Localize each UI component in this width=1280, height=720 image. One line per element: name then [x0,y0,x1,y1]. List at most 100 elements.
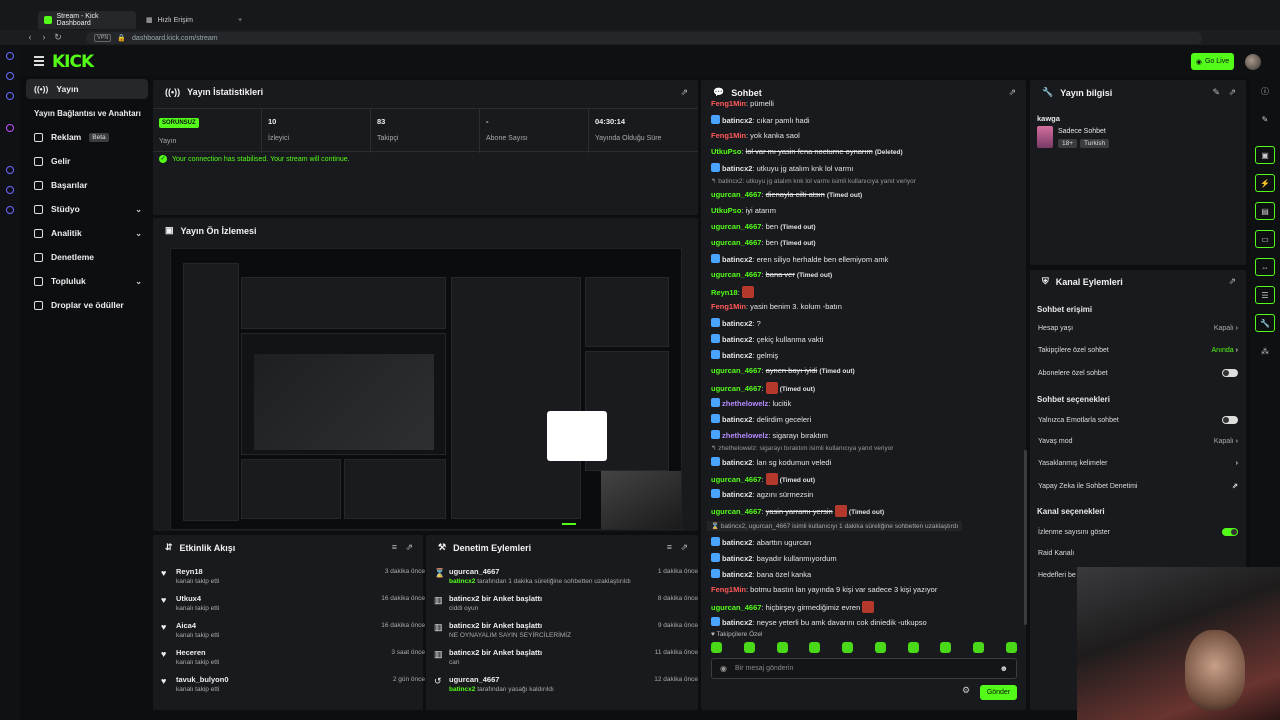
chat-username[interactable]: Feng1Min [711,131,746,140]
emote-icon[interactable] [842,642,854,653]
nav-item-stream-key[interactable]: Yayın Bağlantısı ve Anahtarı [26,103,148,123]
stream-preview-video[interactable] [170,248,682,530]
chat-username[interactable]: ugurcan_4667 [711,384,761,393]
emote-icon[interactable] [743,642,755,653]
chat-scrollbar[interactable] [1024,450,1027,625]
chat-icon[interactable]: ▭ [1255,230,1275,248]
chat-username[interactable]: batincx2 [722,490,752,499]
url-input[interactable]: VPN 🔒 dashboard.kick.com/stream [86,32,1202,44]
chat-username[interactable]: ugurcan_4667 [711,475,761,484]
chat-username[interactable]: ugurcan_4667 [711,270,761,279]
chat-username[interactable]: batincx2 [722,164,752,173]
bolt-icon[interactable]: ⚡ [1255,174,1275,192]
filter-icon[interactable]: ≡ [392,542,397,552]
chat-username[interactable]: batincx2 [722,319,752,328]
setting-subscribers-only[interactable]: Abonelere özel sohbet [1038,369,1238,377]
reload-icon[interactable]: ↻ [52,32,64,43]
chat-username[interactable]: batincx2 [722,335,752,344]
emote-icon[interactable] [1005,642,1017,653]
nav-item-denetleme[interactable]: Denetleme [26,247,148,267]
apps-icon[interactable]: ⁂ [1255,342,1275,360]
gear-icon[interactable]: ⚙ [962,685,970,696]
setting-banned-words[interactable]: Yasaklanmış kelimeler › [1038,460,1238,467]
chat-username[interactable]: batincx2 [722,618,752,627]
sidebar-icon[interactable] [6,72,14,80]
sidebar-icon[interactable] [6,166,14,174]
smiley-icon[interactable]: ☻ [1000,664,1008,673]
kick-logo[interactable]: KICK [52,52,94,72]
sidebar-icon[interactable] [6,186,14,194]
chat-username[interactable]: zhethelowelz [722,431,768,440]
go-live-button[interactable]: ◉ Go Live [1191,53,1234,70]
chat-username[interactable]: batincx2 [722,255,752,264]
sidebar-icon[interactable] [6,92,14,100]
setting-ai-moderation[interactable]: Yapay Zeka ile Sohbet Denetimi ⇗ [1038,482,1238,491]
chat-username[interactable]: zhethelowelz [722,399,768,408]
setting-slow-mode[interactable]: Yavaş mod Kapalı › [1038,438,1238,445]
chat-username[interactable]: ugurcan_4667 [711,603,761,612]
nav-item-droplar[interactable]: Droplar ve ödüller [26,295,148,315]
emoji-icon[interactable]: ◉ [720,664,727,673]
nav-item-topluluk[interactable]: Topluluk ⌄ [26,271,148,291]
tag[interactable]: 18+ [1058,139,1078,148]
nav-item-analitik[interactable]: Analitik ⌄ [26,223,148,243]
avatar[interactable] [1245,54,1261,70]
chat-username[interactable]: ugurcan_4667 [711,507,761,516]
menu-icon[interactable] [34,56,44,68]
chat-username[interactable]: UtkuPso [711,147,741,156]
chat-username[interactable]: batincx2 [722,458,752,467]
camera-icon[interactable]: ▣ [1255,146,1275,164]
chat-username[interactable]: batincx2 [722,415,752,424]
send-button[interactable]: Gönder [980,685,1017,700]
nav-item-yayin[interactable]: ((•)) Yayın [26,79,148,99]
emote-icon[interactable] [874,642,886,653]
chat-username[interactable]: UtkuPso [711,206,741,215]
chat-username[interactable]: ugurcan_4667 [711,238,761,247]
nav-item-reklam[interactable]: Reklam Beta [26,127,148,147]
popout-icon[interactable]: ⇗ [405,542,413,553]
emote-icon[interactable] [776,642,788,653]
edit-icon[interactable]: ✎ [1255,110,1275,128]
tab-stream[interactable]: Stream - Kick Dashboard [38,11,136,29]
list-icon[interactable]: ☰ [1255,286,1275,304]
emote-icon[interactable] [973,642,985,653]
chat-username[interactable]: ugurcan_4667 [711,366,761,375]
chat-username[interactable]: Feng1Min [711,302,746,311]
back-icon[interactable]: ‹ [24,32,36,42]
chat-username[interactable]: batincx2 [722,116,752,125]
wrench-icon[interactable]: 🔧 [1255,314,1275,332]
chat-username[interactable]: batincx2 [722,351,752,360]
emote-icon[interactable] [940,642,952,653]
chat-username[interactable]: Feng1Min [711,585,746,594]
setting-raid-channel[interactable]: Raid Kanalı [1038,550,1238,557]
popout-icon[interactable]: ⇗ [1228,87,1236,98]
setting-account-age[interactable]: Hesap yaşı Kapalı › [1038,325,1238,332]
sidebar-icon[interactable] [6,124,14,132]
sidebar-icon[interactable] [6,206,14,214]
emote-icon[interactable] [809,642,821,653]
emote-icon[interactable] [711,642,722,653]
setting-emote-only[interactable]: Yalnızca Emotlarla sohbet [1038,416,1238,424]
info-icon[interactable]: ⓘ [1255,82,1275,100]
toggle[interactable] [1222,369,1238,377]
popout-icon[interactable]: ⇗ [680,542,688,553]
toggle[interactable] [1222,416,1238,424]
nav-item-gelir[interactable]: Gelir [26,151,148,171]
chat-username[interactable]: ugurcan_4667 [711,222,761,231]
tag[interactable]: Turkish [1080,139,1110,148]
chat-username[interactable]: Reyn18 [711,288,738,297]
nav-item-basarilar[interactable]: Başarılar [26,175,148,195]
raid-icon[interactable]: ⇔ [1255,258,1275,276]
popout-icon[interactable]: ⇗ [680,87,688,98]
nav-item-studyo[interactable]: Stüdyo ⌄ [26,199,148,219]
chat-username[interactable]: Feng1Min [711,99,746,108]
popout-icon[interactable]: ⇗ [1008,87,1016,98]
chat-username[interactable]: batincx2 [722,538,752,547]
filter-icon[interactable]: ≡ [667,542,672,552]
chat-username[interactable]: ugurcan_4667 [711,190,761,199]
setting-show-viewcount[interactable]: İzlenme sayısını göster [1038,528,1238,536]
chat-username[interactable]: batincx2 [722,554,752,563]
toggle[interactable] [1222,528,1238,536]
edit-icon[interactable]: ✎ [1212,87,1220,98]
popout-icon[interactable]: ⇗ [1228,276,1236,287]
